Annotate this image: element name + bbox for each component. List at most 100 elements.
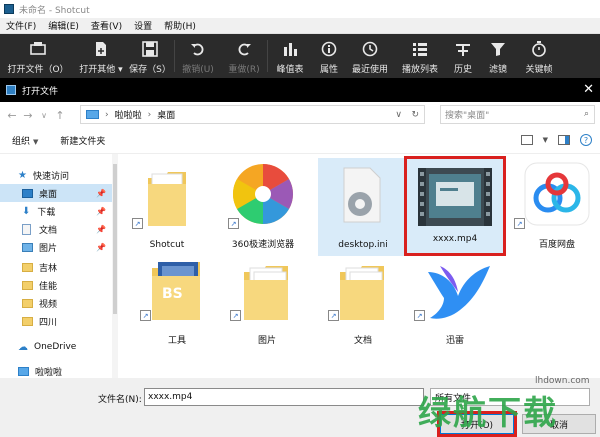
properties-label: 属性 [319, 65, 338, 75]
file-label: 图片 [257, 336, 276, 346]
file-item-pictures[interactable]: ↗ 图片 [222, 254, 312, 352]
search-icon: ⌕ [583, 109, 589, 119]
folder-icon [340, 266, 384, 320]
file-item-baidu-netdisk[interactable]: ↗ 百度网盘 [512, 158, 600, 256]
nav-label: 桌面 [39, 189, 58, 200]
menu-edit[interactable]: 编辑(E) [42, 19, 85, 32]
chevron-down-icon[interactable]: ∨ [395, 110, 402, 120]
caret-down-icon[interactable]: ▼ [543, 136, 548, 144]
file-item-360-browser[interactable]: ↗ 360极速浏览器 [218, 158, 308, 256]
file-item-video[interactable]: xxxx.mp4 [404, 156, 506, 256]
menu-help[interactable]: 帮助(H) [158, 19, 202, 32]
dialog-title: 打开文件 [22, 86, 59, 97]
refresh-icon[interactable]: ↻ [411, 110, 419, 120]
up-arrow-icon[interactable]: ↑ [52, 109, 68, 122]
nav-label: 佳能 [39, 281, 58, 292]
pin-icon: 📌 [96, 188, 106, 198]
navigation-pane: ★ 快速访问 桌面 📌 ⬇ 下载 📌 文档 📌 图片 📌 吉林 佳能 视频 四川… [0, 154, 118, 378]
open-button[interactable]: 打开(O) [437, 411, 517, 437]
folder-icon [22, 316, 33, 326]
nav-item-quick-access[interactable]: ★ 快速访问 [0, 166, 112, 184]
undo-button[interactable]: 撤销(U) [175, 34, 221, 78]
keyframe-label: 关键帧 [525, 65, 553, 75]
help-icon[interactable]: ? [580, 134, 592, 146]
recent-button[interactable]: 最近使用 [346, 34, 394, 78]
organize-button[interactable]: 组织 ▼ [12, 134, 38, 147]
computer-icon [18, 366, 29, 376]
save-icon [140, 39, 160, 59]
filter-button[interactable]: 滤镜 [480, 34, 516, 78]
redo-icon [234, 39, 254, 59]
nav-label: OneDrive [34, 342, 77, 352]
app-title: 未命名 - Shotcut [19, 5, 90, 16]
nav-item-documents[interactable]: 文档 📌 [0, 220, 112, 238]
scrollbar-thumb[interactable] [113, 164, 117, 314]
playlist-button[interactable]: 播放列表 [394, 34, 446, 78]
pin-icon: 📌 [96, 242, 106, 252]
filetype-select[interactable]: 所有文件 [430, 388, 590, 406]
file-item-shotcut[interactable]: ↗ Shotcut [122, 158, 212, 256]
nav-item-pictures[interactable]: 图片 📌 [0, 238, 112, 256]
filename-input[interactable]: xxxx.mp4 [144, 388, 424, 406]
open-file-label: 打开文件（O） [7, 65, 69, 75]
cancel-button[interactable]: 取消 [522, 414, 596, 434]
view-mode-icon[interactable] [520, 135, 533, 145]
filetype-value: 所有文件 [435, 393, 472, 404]
undo-label: 撤销(U) [182, 65, 214, 75]
breadcrumb-separator: › [105, 109, 109, 120]
onedrive-icon: ☁ [18, 341, 28, 353]
caret-down-icon: ▼ [33, 138, 39, 146]
open-file-button[interactable]: 打开文件（O） [0, 34, 76, 78]
preview-pane-icon[interactable] [558, 135, 570, 145]
history-icon [453, 39, 473, 59]
nav-label: 啦啦啦 [35, 367, 63, 378]
recent-locations-icon[interactable]: ∨ [36, 111, 52, 120]
file-item-documents[interactable]: ↗ 文档 [318, 254, 408, 352]
organize-label: 组织 [12, 137, 31, 147]
properties-button[interactable]: 属性 [312, 34, 346, 78]
nav-item-folder[interactable]: 吉林 [0, 258, 112, 276]
redo-button[interactable]: 重做(R) [221, 34, 267, 78]
address-bar[interactable]: › 啦啦啦 › 桌面 ∨ ↻ [80, 105, 425, 124]
close-icon[interactable]: ✕ [583, 82, 594, 97]
menu-file[interactable]: 文件(F) [0, 19, 42, 32]
back-arrow-icon[interactable]: ← [4, 109, 20, 122]
this-pc-icon [86, 110, 99, 119]
nav-label: 图片 [39, 243, 58, 254]
file-item-tools[interactable]: BS ↗ 工具 [132, 254, 222, 352]
history-button[interactable]: 历史 [446, 34, 480, 78]
peak-meter-button[interactable]: 峰值表 [268, 34, 312, 78]
nav-item-folder[interactable]: 四川 [0, 312, 112, 330]
nav-item-desktop[interactable]: 桌面 📌 [0, 184, 112, 202]
menu-view[interactable]: 查看(V) [85, 19, 128, 32]
new-folder-button[interactable]: 新建文件夹 [60, 134, 105, 147]
shortcut-arrow-icon: ↗ [414, 310, 425, 321]
dialog-icon [6, 85, 16, 95]
file-item-xunlei[interactable]: ↗ 迅雷 [410, 254, 500, 352]
nav-item-download[interactable]: ⬇ 下载 📌 [0, 202, 112, 220]
open-other-button[interactable]: 打开其他 ▾ [76, 34, 126, 78]
open-other-icon [91, 39, 111, 59]
pin-icon: 📌 [96, 224, 106, 234]
save-button[interactable]: 保存（S） [126, 34, 174, 78]
file-label: 360极速浏览器 [231, 240, 295, 250]
search-input[interactable]: 搜索"桌面" ⌕ [440, 105, 595, 124]
folder-icon [22, 298, 33, 308]
file-item-desktop-ini[interactable]: desktop.ini [318, 158, 408, 256]
file-list: ↗ Shotcut ↗ 360极速浏览器 desktop.ini xxxx.mp… [120, 154, 600, 378]
nav-scrollbar[interactable] [112, 154, 118, 378]
folder-icon [244, 266, 288, 320]
browser-360-icon [232, 164, 294, 224]
folder-icon [148, 172, 186, 226]
nav-item-onedrive[interactable]: ☁ OneDrive [0, 338, 112, 356]
breadcrumb-user[interactable]: 啦啦啦 [115, 108, 142, 121]
dialog-title-bar: 打开文件 ✕ [0, 78, 600, 102]
keyframe-button[interactable]: 关键帧 [516, 34, 562, 78]
menu-settings[interactable]: 设置 [128, 19, 158, 32]
breadcrumb-desktop[interactable]: 桌面 [157, 108, 175, 121]
forward-arrow-icon[interactable]: → [20, 109, 36, 122]
shortcut-arrow-icon: ↗ [140, 310, 151, 321]
nav-item-folder[interactable]: 视频 [0, 294, 112, 312]
nav-item-folder[interactable]: 佳能 [0, 276, 112, 294]
nav-label: 文档 [39, 225, 58, 236]
